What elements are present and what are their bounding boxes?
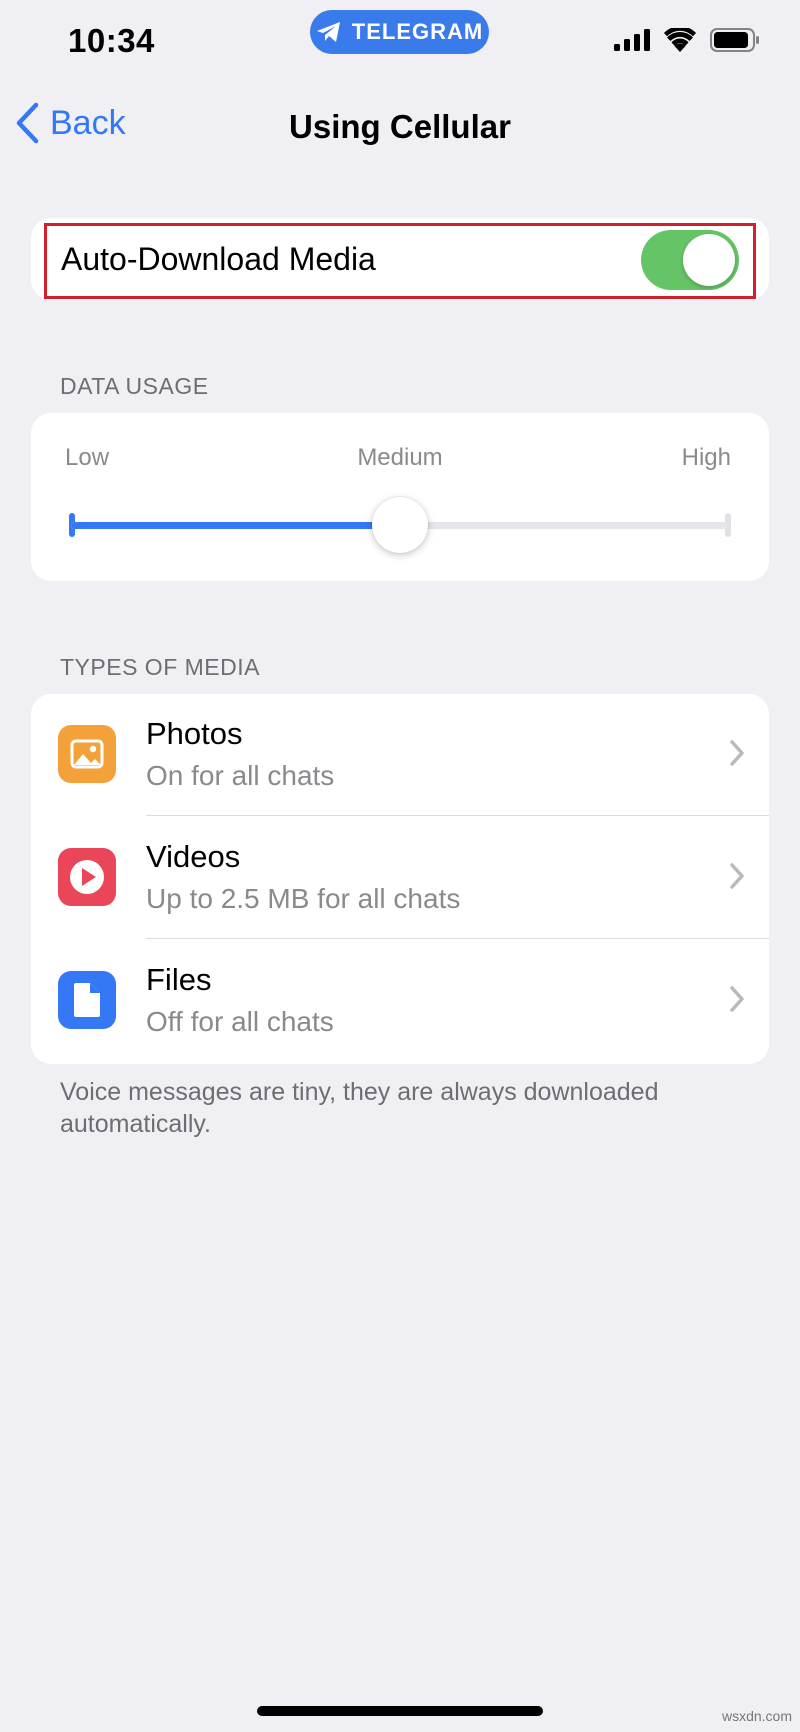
status-time: 10:34 xyxy=(68,22,155,59)
status-bar: 10:34 TELEGRAM xyxy=(0,0,800,88)
data-usage-card: Low Medium High xyxy=(31,413,769,581)
media-row-photos[interactable]: Photos On for all chats xyxy=(31,694,769,817)
voice-messages-note: Voice messages are tiny, they are always… xyxy=(60,1078,659,1138)
slider-fill xyxy=(71,522,400,529)
media-row-videos[interactable]: Videos Up to 2.5 MB for all chats xyxy=(31,817,769,940)
status-icons xyxy=(600,28,760,52)
data-usage-header: DATA USAGE xyxy=(60,373,209,399)
types-of-media-header: TYPES OF MEDIA xyxy=(60,654,260,680)
media-title: Photos xyxy=(146,716,243,751)
row-separator xyxy=(146,815,769,816)
media-title: Files xyxy=(146,962,212,997)
cellular-signal-icon xyxy=(614,29,650,51)
media-title: Videos xyxy=(146,839,241,874)
telegram-plane-icon xyxy=(316,22,340,42)
types-of-media-card: Photos On for all chats Videos Up to 2.5… xyxy=(31,694,769,1064)
auto-download-card: Auto-Download Media xyxy=(31,218,769,300)
navigation-bar: Back Using Cellular xyxy=(0,96,800,160)
battery-icon xyxy=(710,28,760,52)
high-label: High xyxy=(681,444,731,471)
medium-label: Medium xyxy=(357,444,443,471)
media-subtitle: Off for all chats xyxy=(146,1006,334,1037)
chevron-right-icon xyxy=(730,986,744,1012)
home-indicator[interactable] xyxy=(257,1706,543,1716)
app-pill-label: TELEGRAM xyxy=(351,19,484,44)
auto-download-label: Auto-Download Media xyxy=(61,241,376,277)
media-subtitle: Up to 2.5 MB for all chats xyxy=(146,883,461,914)
media-subtitle: On for all chats xyxy=(146,760,335,791)
auto-download-toggle[interactable] xyxy=(641,230,739,290)
row-separator xyxy=(146,938,769,939)
slider-thumb[interactable] xyxy=(372,497,428,553)
wifi-icon xyxy=(664,28,696,52)
video-play-icon xyxy=(58,848,116,906)
toggle-knob xyxy=(683,234,735,286)
photo-icon xyxy=(58,725,116,783)
return-to-app-pill[interactable]: TELEGRAM xyxy=(310,10,489,54)
media-row-files[interactable]: Files Off for all chats xyxy=(31,940,769,1063)
chevron-right-icon xyxy=(730,740,744,766)
file-icon xyxy=(58,971,116,1029)
page-title: Using Cellular xyxy=(289,108,511,145)
watermark: wsxdn.com xyxy=(721,1708,792,1724)
chevron-right-icon xyxy=(730,863,744,889)
